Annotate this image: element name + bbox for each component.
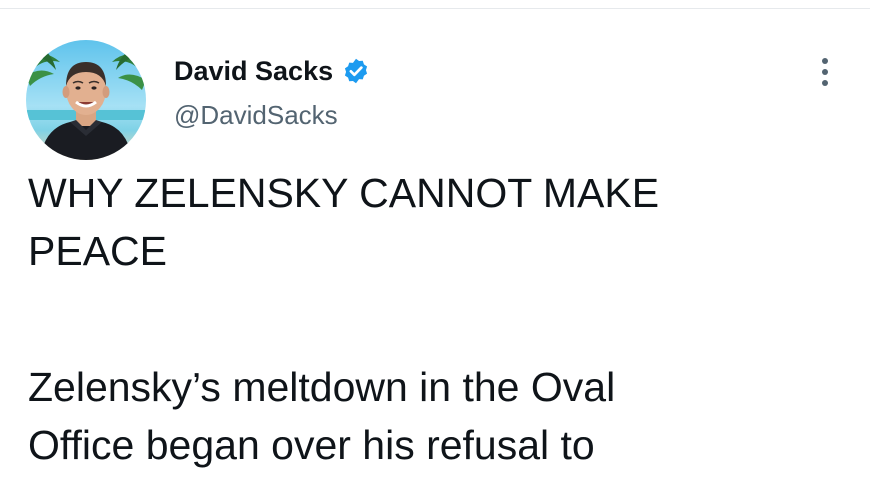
tweet-page: David Sacks @DavidSacks WHY ZELENSKY CAN… [0,0,870,492]
more-options-button[interactable] [810,52,840,92]
name-row: David Sacks [174,52,370,90]
tweet-body-line-1: Zelensky’s meltdown in the Oval [28,364,616,410]
author-block: David Sacks @DavidSacks [174,52,370,131]
more-vertical-icon [822,58,828,86]
tweet-title-line-2: PEACE [28,228,167,274]
avatar-image [26,40,146,160]
top-divider [0,8,870,9]
tweet-body-line-2: Office began over his refusal to [28,422,595,468]
author-display-name[interactable]: David Sacks [174,56,333,87]
tweet-title-line-1: WHY ZELENSKY CANNOT MAKE [28,170,660,216]
paragraph-gap-small [28,338,858,358]
author-handle[interactable]: @DavidSacks [174,100,370,131]
tweet-text: WHY ZELENSKY CANNOT MAKE PEACE Zelensky’… [28,164,858,474]
verified-badge-icon [342,57,370,85]
author-avatar[interactable] [26,40,146,160]
